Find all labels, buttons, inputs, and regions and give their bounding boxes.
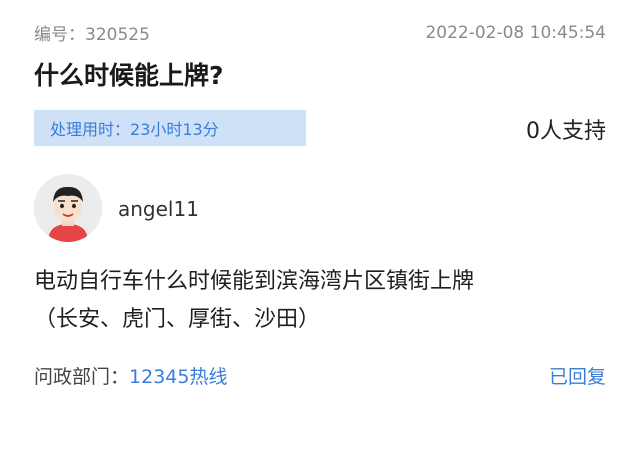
number-value: 320525 [85, 25, 150, 45]
meta-row: 编号：320525 2022-02-08 10:45:54 [34, 20, 606, 46]
department-label: 问政部门： [34, 366, 130, 388]
number-label: 编号： [34, 25, 85, 45]
person-avatar-icon[interactable] [34, 174, 102, 242]
handling-time-value: 23小时13分 [130, 120, 219, 139]
post-datetime: 2022-02-08 10:45:54 [425, 22, 606, 43]
department: 问政部门：12345热线 [34, 362, 227, 389]
support-count[interactable]: 0人支持 [526, 113, 606, 145]
footer-row: 问政部门：12345热线 已回复 [34, 362, 606, 389]
handling-time-label: 处理用时： [50, 120, 131, 139]
department-link[interactable]: 12345热线 [129, 366, 227, 388]
question-number: 编号：320525 [34, 20, 150, 45]
username[interactable]: angel11 [118, 197, 199, 221]
question-content: 电动自行车什么时候能到滨海湾片区镇街上牌 （长安、虎门、厚街、沙田） [34, 263, 614, 339]
question-title: 什么时候能上牌? [34, 61, 224, 90]
handling-time-badge: 处理用时： 23小时13分 [34, 110, 306, 146]
content-line-2: （长安、虎门、厚街、沙田） [34, 307, 321, 332]
content-line-1: 电动自行车什么时候能到滨海湾片区镇街上牌 [34, 269, 475, 294]
reply-status[interactable]: 已回复 [549, 362, 606, 389]
